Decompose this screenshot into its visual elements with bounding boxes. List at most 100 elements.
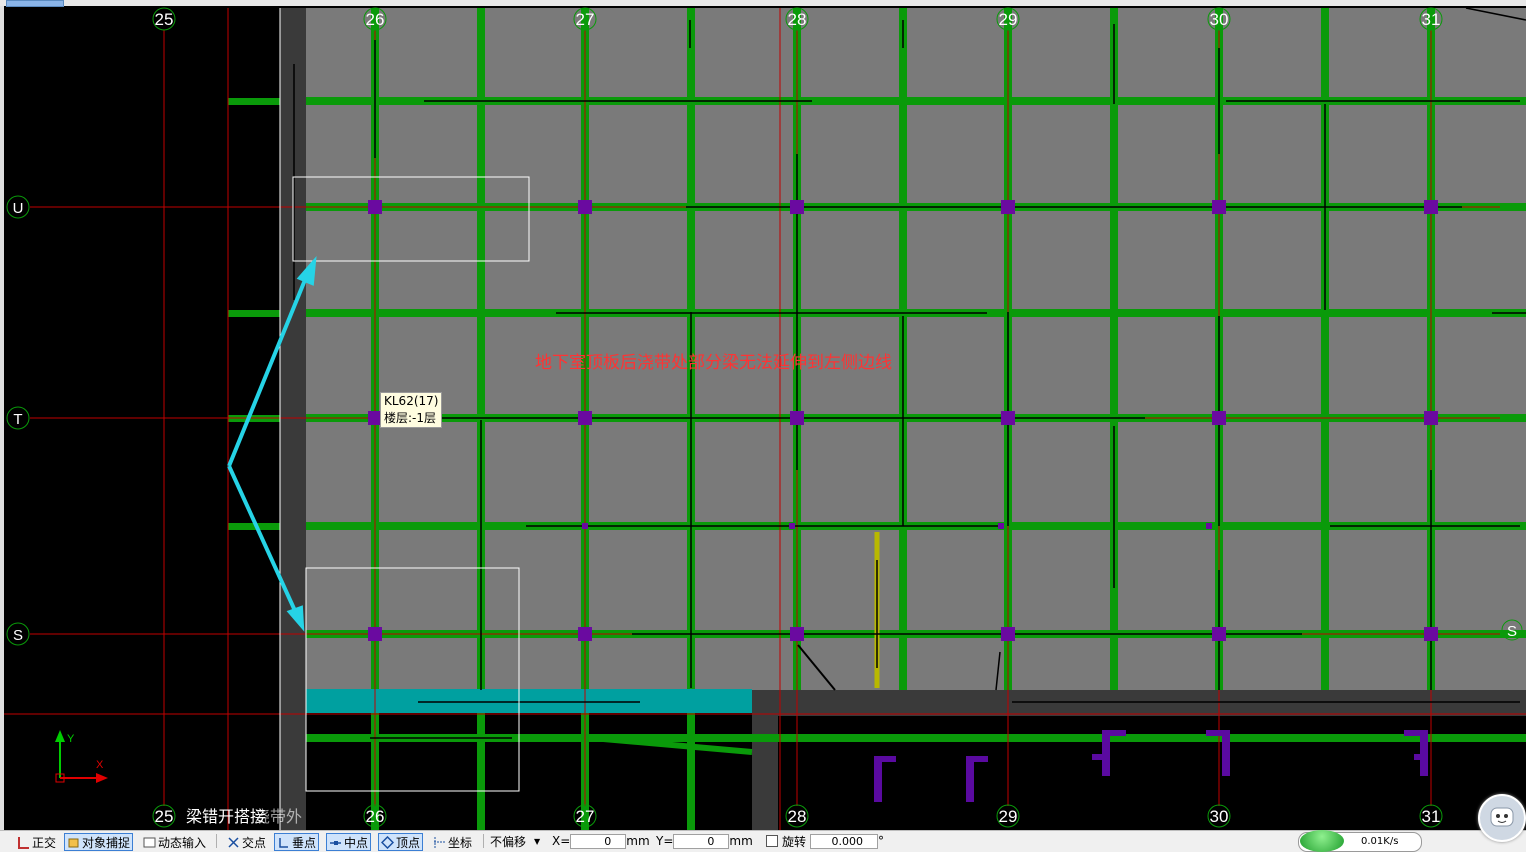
drawing-canvas[interactable]: 25 26 27 28 29 30 31 25 26 27 28 29 30 31 U T S S 地下室顶…: [0, 0, 1526, 830]
column: [1001, 411, 1015, 425]
column: [578, 200, 592, 214]
offset-mode-select[interactable]: 不偏移 ▼: [490, 833, 540, 849]
ucs-y-label: Y: [67, 733, 75, 745]
speed-indicator-icon: [1300, 830, 1344, 852]
top-tab-strip: [0, 0, 1526, 6]
axis-left-label: U: [13, 200, 24, 217]
axis-top-label: 27: [576, 10, 595, 29]
column: [1001, 200, 1015, 214]
perpendicular-toggle[interactable]: 垂点: [274, 833, 320, 851]
midpoint-toggle[interactable]: 中点: [326, 833, 372, 851]
column: [368, 200, 382, 214]
intersection-icon: [228, 836, 239, 848]
column: [1001, 627, 1015, 641]
rotate-input[interactable]: 0.000: [810, 833, 879, 849]
beam-vertical: [477, 713, 485, 830]
column: [1424, 627, 1438, 641]
basement-edge: [752, 690, 1526, 830]
axis-top-label: 26: [366, 10, 385, 29]
snap-icon: [68, 838, 79, 847]
column: [790, 200, 804, 214]
left-border: [0, 6, 4, 830]
snap-toggle[interactable]: 对象捕捉: [64, 833, 134, 851]
coordinate-icon: [434, 836, 445, 848]
x-input[interactable]: 0: [570, 833, 627, 849]
column: [1212, 627, 1226, 641]
rotate-label: 旋转: [782, 834, 807, 849]
beam-stub: [228, 98, 280, 105]
dynamic-input-toggle[interactable]: 动态输入: [140, 833, 209, 851]
beam-stub: [228, 310, 280, 317]
intersection-toggle[interactable]: 交点: [224, 833, 269, 851]
column: [578, 411, 592, 425]
y-unit: mm: [729, 834, 753, 848]
column: [578, 627, 592, 641]
ucs-x-label: X: [96, 759, 104, 771]
axis-bottom-label: 31: [1422, 807, 1441, 826]
degree-unit: °: [878, 834, 885, 848]
axis-bottom-label: 27: [576, 807, 595, 826]
axis-bottom-label: 30: [1210, 807, 1229, 826]
coordinate-toggle[interactable]: 坐标: [430, 833, 475, 851]
column: [790, 411, 804, 425]
axis-top-label: 30: [1210, 10, 1229, 29]
y-label: Y=: [656, 834, 674, 848]
post-pour-strip[interactable]: [306, 689, 752, 713]
y-input[interactable]: 0: [673, 833, 730, 849]
axis-labels-left: U T S: [6, 195, 30, 646]
column-small: [1206, 523, 1212, 529]
axis-bottom-label: 28: [788, 807, 807, 826]
bottom-label-overlay: 浇带外: [254, 807, 302, 826]
ortho-icon: [18, 836, 29, 849]
slab-edge: [280, 8, 306, 830]
column-small: [998, 523, 1004, 529]
x-coordinate-group: X= 0 mm: [552, 833, 650, 849]
rotate-checkbox[interactable]: [766, 835, 778, 847]
ucs-icon: Y X: [55, 730, 108, 783]
x-label: X=: [552, 834, 571, 848]
assistant-robot-icon[interactable]: [1478, 794, 1526, 842]
midpoint-icon: [330, 840, 341, 845]
column: [790, 627, 804, 641]
robot-face-icon: [1490, 807, 1514, 827]
axis-top-label: 28: [788, 10, 807, 29]
rotate-group: 旋转 0.000 °: [766, 833, 884, 849]
axis-right-text: S: [1507, 623, 1517, 640]
vertex-icon: [381, 835, 394, 849]
speed-text: 0.01K/s: [1361, 836, 1399, 847]
floor-plan[interactable]: 25 26 27 28 29 30 31 25 26 27 28 29 30 31 U T S S 地下室顶…: [0, 0, 1526, 830]
x-unit: mm: [626, 834, 650, 848]
ortho-toggle[interactable]: 正交: [14, 833, 59, 851]
axis-left-label: S: [13, 627, 23, 644]
tooltip-beam-name: KL62(17): [384, 394, 439, 408]
axis-top-label: 31: [1422, 10, 1441, 29]
column: [368, 627, 382, 641]
separator: [483, 834, 484, 848]
separator: [216, 834, 217, 848]
vertex-toggle[interactable]: 顶点: [378, 833, 424, 851]
column: [1424, 200, 1438, 214]
active-tab[interactable]: [6, 0, 64, 7]
annotation-text: 地下室顶板后浇带处部分梁无法延伸到左侧边线: [535, 353, 892, 373]
perpendicular-icon: [279, 837, 288, 848]
axis-bottom-label: 29: [999, 807, 1018, 826]
axis-labels-bottom: 25 26 27 28 29 30 31: [152, 804, 1443, 828]
column: [1424, 411, 1438, 425]
axis-left-label: T: [13, 411, 22, 428]
axis-top-label: 29: [999, 10, 1018, 29]
column-small: [789, 523, 795, 529]
y-coordinate-group: Y= 0 mm: [656, 833, 753, 849]
axis-bottom-label: 25: [155, 807, 174, 826]
slab-area: [306, 8, 1526, 690]
axis-bottom-label: 26: [366, 807, 385, 826]
column: [1212, 200, 1226, 214]
dynamic-input-icon: [143, 837, 156, 847]
beam-vertical: [687, 713, 695, 830]
tooltip-floor: 楼层:-1层: [384, 411, 437, 425]
beam-tooltip: KL62(17) 楼层:-1层: [380, 392, 443, 428]
column-small: [582, 523, 588, 529]
offset-mode-value: 不偏移: [490, 834, 527, 849]
column: [1212, 411, 1226, 425]
axis-top-label: 25: [155, 10, 174, 29]
chevron-down-icon: ▼: [534, 836, 541, 846]
